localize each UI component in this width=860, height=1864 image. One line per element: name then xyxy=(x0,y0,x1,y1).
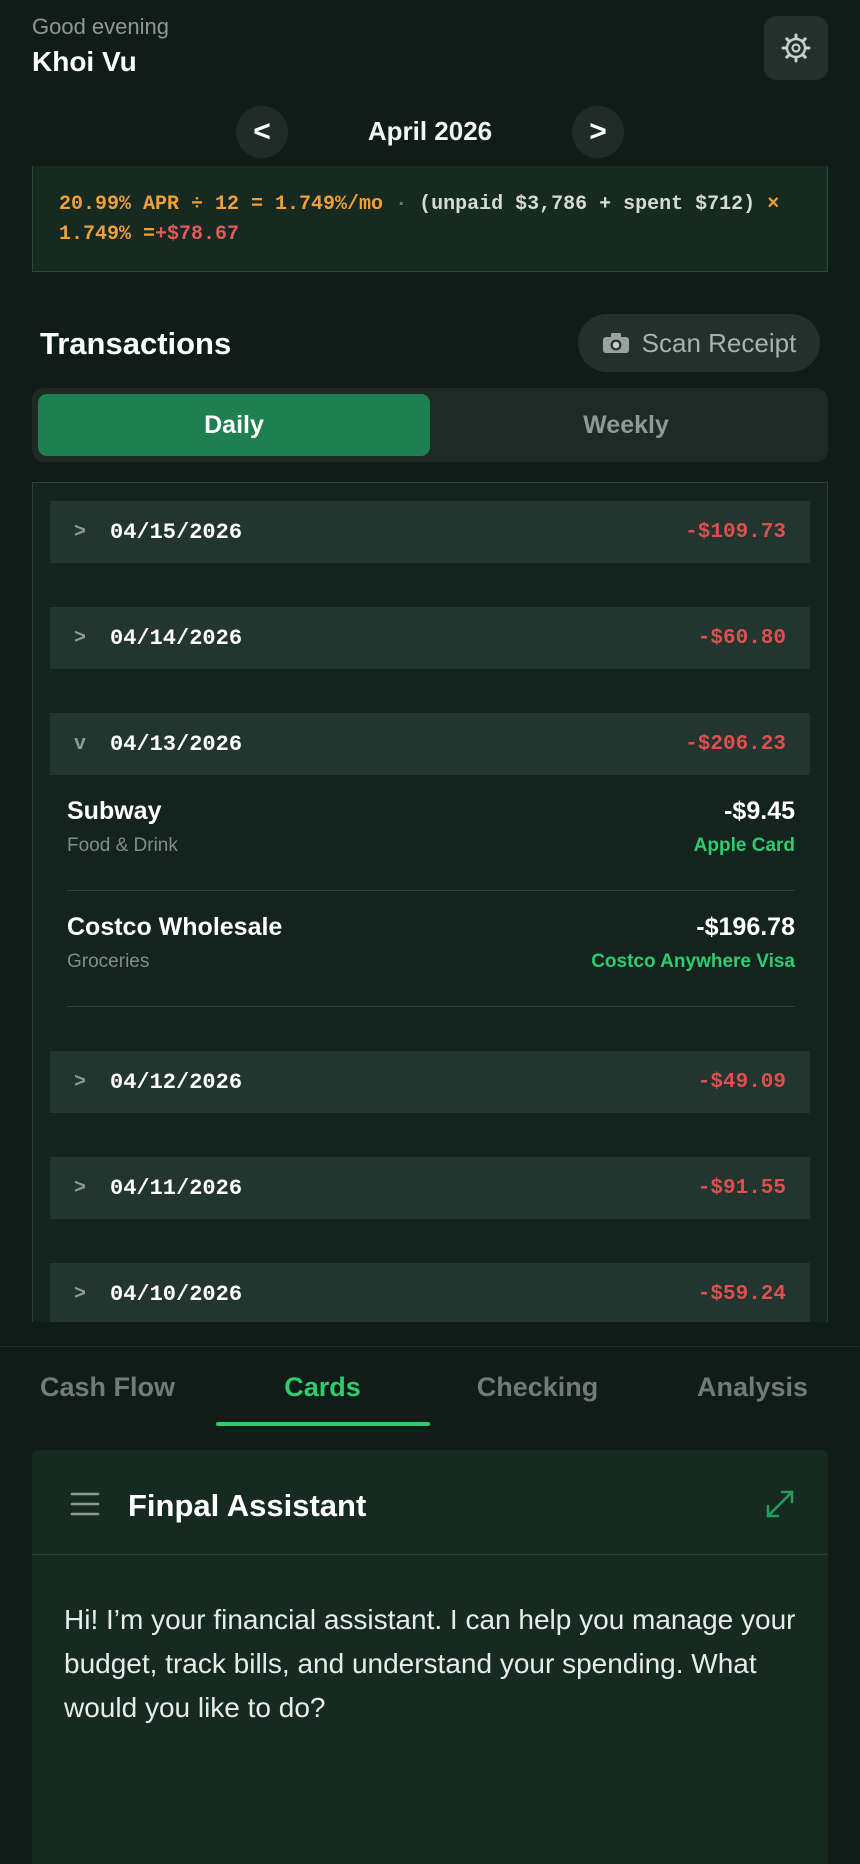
payment-card: Apple Card xyxy=(693,835,795,856)
day-row-04-14-2026[interactable]: > 04/14/2026 -$60.80 xyxy=(50,607,810,669)
day-total: -$109.73 xyxy=(685,520,786,544)
prev-month-button[interactable]: < xyxy=(236,106,288,158)
camera-icon xyxy=(602,333,629,353)
next-month-button[interactable]: > xyxy=(572,106,624,158)
apr-times-sign: × xyxy=(767,193,780,216)
transactions-title: Transactions xyxy=(40,326,232,361)
assistant-title: Finpal Assistant xyxy=(128,1488,367,1523)
day-date: 04/13/2026 xyxy=(110,731,243,757)
expand-chevron-icon: > xyxy=(74,520,87,544)
apr-balance-formula: (unpaid $3,786 + spent $712) xyxy=(419,193,756,216)
day-row-04-13-2026[interactable]: v 04/13/2026 -$206.23 xyxy=(50,713,810,775)
scan-receipt-button[interactable]: Scan Receipt xyxy=(578,314,820,372)
transaction-item[interactable]: Costco Wholesale Groceries -$196.78 Cost… xyxy=(67,891,795,1007)
tab-checking[interactable]: Checking xyxy=(430,1372,645,1403)
transaction-category: Groceries xyxy=(67,951,150,972)
day-total: -$91.55 xyxy=(697,1176,786,1200)
gear-icon xyxy=(781,33,811,63)
day-date: 04/12/2026 xyxy=(110,1069,243,1095)
tab-cards[interactable]: Cards xyxy=(215,1372,430,1403)
transaction-category: Food & Drink xyxy=(67,835,178,856)
apr-interest-calculation: 20.99% APR ÷ 12 = 1.749%/mo · (unpaid $3… xyxy=(32,166,828,272)
day-total: -$49.09 xyxy=(697,1070,786,1094)
merchant-name: Costco Wholesale xyxy=(67,913,283,941)
expand-chevron-icon: > xyxy=(74,1070,87,1094)
day-date: 04/11/2026 xyxy=(110,1175,243,1201)
day-date: 04/15/2026 xyxy=(110,519,243,545)
expand-chevron-icon: > xyxy=(74,1282,87,1306)
apr-monthly-rate: 1.749% = xyxy=(59,223,156,246)
daily-view-tab[interactable]: Daily xyxy=(38,394,430,456)
day-row-04-10-2026[interactable]: > 04/10/2026 -$59.24 xyxy=(50,1263,810,1322)
day-total: -$206.23 xyxy=(685,732,786,756)
user-name: Khoi Vu xyxy=(32,46,137,77)
transaction-amount: -$196.78 xyxy=(696,913,795,941)
expand-icon[interactable] xyxy=(764,1488,796,1520)
month-label: April 2026 xyxy=(367,116,493,146)
active-tab-indicator xyxy=(216,1422,430,1426)
collapse-chevron-icon: v xyxy=(74,732,87,756)
apr-rate-formula: 20.99% APR ÷ 12 = 1.749%/mo xyxy=(59,193,384,216)
day-row-04-12-2026[interactable]: > 04/12/2026 -$49.09 xyxy=(50,1051,810,1113)
hamburger-menu-icon[interactable] xyxy=(70,1490,100,1518)
merchant-name: Subway xyxy=(67,797,162,825)
day-date: 04/14/2026 xyxy=(110,625,243,651)
tab-analysis[interactable]: Analysis xyxy=(645,1372,860,1403)
day-total: -$60.80 xyxy=(697,626,786,650)
tab-cash-flow[interactable]: Cash Flow xyxy=(0,1372,215,1403)
transaction-amount: -$9.45 xyxy=(724,797,795,825)
transaction-item[interactable]: Subway Food & Drink -$9.45 Apple Card xyxy=(67,775,795,891)
day-total: -$59.24 xyxy=(697,1282,786,1306)
assistant-message: Hi! I’m your financial assistant. I can … xyxy=(64,1604,796,1723)
scan-receipt-label: Scan Receipt xyxy=(641,327,797,358)
tabs-divider xyxy=(0,1346,860,1347)
assistant-header-divider xyxy=(32,1554,828,1555)
greeting-text: Good evening xyxy=(32,14,169,39)
apr-interest-result: +$78.67 xyxy=(155,223,240,246)
payment-card: Costco Anywhere Visa xyxy=(591,951,795,972)
apr-separator: · xyxy=(395,193,408,216)
expand-chevron-icon: > xyxy=(74,626,87,650)
settings-button[interactable] xyxy=(764,16,828,80)
day-row-04-11-2026[interactable]: > 04/11/2026 -$91.55 xyxy=(50,1157,810,1219)
expand-chevron-icon: > xyxy=(74,1176,87,1200)
day-row-04-15-2026[interactable]: > 04/15/2026 -$109.73 xyxy=(50,501,810,563)
transaction-list[interactable]: > 04/15/2026 -$109.73 > 04/14/2026 -$60.… xyxy=(32,482,828,1322)
weekly-view-tab[interactable]: Weekly xyxy=(430,394,822,456)
day-date: 04/10/2026 xyxy=(110,1281,243,1307)
